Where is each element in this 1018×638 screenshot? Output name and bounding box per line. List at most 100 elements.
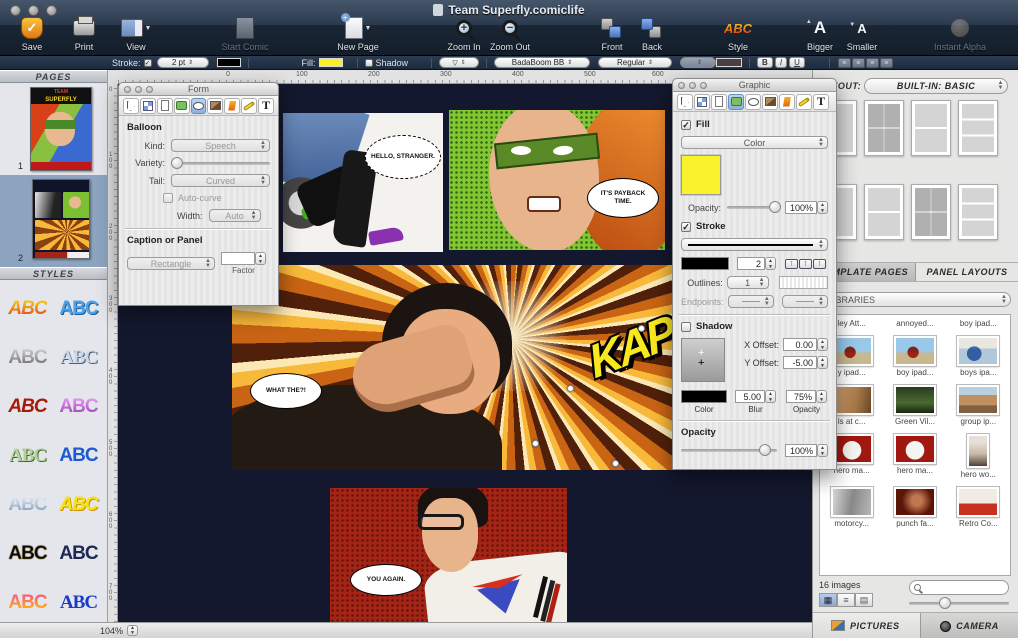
shape-icon[interactable] <box>728 93 744 110</box>
y-offset-field[interactable]: -5.00 <box>783 356 817 369</box>
style-swatch[interactable]: ABC <box>2 333 53 382</box>
page-row-2-selected[interactable]: 2 <box>0 175 107 267</box>
shadow-color-well[interactable] <box>681 390 727 403</box>
page-row-1[interactable]: TEAM SUPERFLY 1 <box>0 83 107 175</box>
font-style-dropdown[interactable]: Regular ⇕ <box>598 57 673 68</box>
style-swatch[interactable]: ABC <box>53 333 104 382</box>
image-item[interactable]: hero wo... <box>949 426 1007 479</box>
layout-grid-icon[interactable] <box>694 93 710 110</box>
shadow-blur-stepper[interactable]: ▲ ▼ <box>765 390 776 403</box>
start-comic-button[interactable]: Start Comic <box>214 16 276 52</box>
x-offset-stepper[interactable]: ▲ ▼ <box>817 338 828 351</box>
layout-thumb[interactable] <box>958 100 998 156</box>
layout-thumb[interactable] <box>958 183 998 240</box>
zoom-out-button[interactable]: − Zoom Out <box>486 16 534 52</box>
pencil-icon[interactable] <box>241 97 258 114</box>
detail-view-button[interactable]: ▤ <box>855 593 873 607</box>
y-offset-stepper[interactable]: ▲ ▼ <box>817 356 828 369</box>
layout-thumb[interactable] <box>864 100 904 156</box>
stroke-width-stepper[interactable]: ▲ ▼ <box>765 257 776 270</box>
selection-handle[interactable] <box>567 385 574 392</box>
speech-balloon[interactable]: HELLO, STRANGER. <box>365 135 441 179</box>
shadow-opacity-field[interactable]: 75% <box>786 390 816 403</box>
list-view-button[interactable]: ≡ <box>837 593 855 607</box>
stroke-color-swatch[interactable] <box>215 57 242 68</box>
graphic-panel-titlebar[interactable]: Graphic <box>673 79 836 92</box>
text-icon[interactable]: T <box>813 93 829 110</box>
image-item[interactable]: punch fa... <box>886 479 944 528</box>
page-1-thumbnail[interactable]: TEAM SUPERFLY <box>30 87 92 171</box>
comic-panel-kapow[interactable]: WHAT THE?! KAPOW! <box>232 265 682 470</box>
style-swatch[interactable]: ABC <box>2 480 53 529</box>
comic-panel-nerd[interactable]: YOU AGAIN. <box>330 488 567 622</box>
fill-color-swatch[interactable] <box>317 57 344 68</box>
shadow-opacity-stepper[interactable]: ▲ ▼ <box>816 390 827 403</box>
page-icon[interactable] <box>156 97 173 114</box>
libraries-dropdown[interactable]: LIBRARIES ▲ ▼ <box>819 292 1011 307</box>
page-2-thumbnail[interactable] <box>32 179 90 259</box>
stroke-width-field[interactable]: 2 <box>737 257 765 270</box>
speech-balloon[interactable]: YOU AGAIN. <box>350 564 422 596</box>
image-browser[interactable]: ley Att... annoyed... boy ipad... y ipad… <box>819 314 1011 576</box>
layout-thumb[interactable] <box>911 100 951 156</box>
style-swatch[interactable]: ABC <box>2 382 53 431</box>
balloon-tail-dropdown[interactable]: ▽ ⇕ <box>439 57 480 68</box>
style-swatch[interactable]: ABC <box>53 480 104 529</box>
shadow-blur-field[interactable]: 5.00 <box>735 390 765 403</box>
graphic-opacity-stepper[interactable]: ▲ ▼ <box>817 444 828 457</box>
new-page-button[interactable]: + ▼ New Page <box>332 13 384 52</box>
endpoint-start-dropdown[interactable]: ▲ ▼ <box>727 295 774 308</box>
fill-color-well[interactable] <box>680 154 722 196</box>
style-swatch[interactable]: ABC <box>2 284 53 333</box>
font-size-dropdown[interactable]: ⇕ <box>680 57 717 68</box>
smaller-button[interactable]: ▼ A Smaller <box>840 16 884 53</box>
graphic-opacity-slider[interactable] <box>681 444 777 456</box>
width-dropdown[interactable]: Auto ▲ ▼ <box>208 209 261 222</box>
kind-dropdown[interactable]: Speech ▲ ▼ <box>171 139 270 152</box>
pencil-icon[interactable] <box>796 93 812 110</box>
layout-thumb[interactable] <box>911 183 951 240</box>
zoom-in-button[interactable]: + Zoom In <box>442 16 486 52</box>
print-button[interactable]: Print <box>58 16 110 52</box>
image-item[interactable]: group ip... <box>949 377 1007 426</box>
style-swatch[interactable]: ABC <box>2 529 53 578</box>
shadow-checkbox[interactable] <box>681 321 691 332</box>
underline-button[interactable]: U <box>789 57 805 68</box>
graphic-opacity-field[interactable]: 100% <box>785 444 817 457</box>
back-button[interactable]: Back <box>632 16 672 52</box>
image-item[interactable]: hero ma... <box>886 426 944 479</box>
camera-tab[interactable]: CAMERA <box>920 613 1018 638</box>
layout-thumb[interactable] <box>864 183 904 240</box>
tab-panel-layouts[interactable]: PANEL LAYOUTS <box>916 263 1018 281</box>
stroke-color-well[interactable] <box>681 257 729 270</box>
cursor-icon[interactable] <box>123 97 139 114</box>
comic-panel-motorcycle[interactable]: HELLO, STRANGER. <box>283 113 443 252</box>
endpoint-end-dropdown[interactable]: ▲ ▼ <box>781 295 828 308</box>
style-swatch[interactable]: ABC <box>53 529 104 578</box>
comic-panel-masked-woman[interactable]: IT'S PAYBACK TIME. <box>449 110 665 250</box>
stroke-position-button[interactable]: ⊺ <box>813 258 826 269</box>
style-swatch[interactable]: ABC <box>53 284 104 333</box>
balloon-icon[interactable] <box>190 97 207 114</box>
factor-stepper[interactable]: ▲ ▼ <box>255 252 266 265</box>
stroke-position-button[interactable]: ⊺ <box>785 258 798 269</box>
image-icon[interactable] <box>762 93 778 110</box>
page-icon[interactable] <box>711 93 727 110</box>
layout-dropdown[interactable]: BUILT-IN: BASIC ▲ ▼ <box>864 78 1008 94</box>
style-swatch[interactable]: ABC <box>2 431 53 480</box>
caption-shape-dropdown[interactable]: Rectangle ▲ ▼ <box>127 257 215 270</box>
style-button[interactable]: ABC Style <box>716 16 760 53</box>
kapow-lettering[interactable]: KAPOW! <box>583 265 682 389</box>
lettering-icon[interactable] <box>779 93 795 110</box>
window-buttons[interactable] <box>678 82 707 89</box>
view-button[interactable]: ▼ View <box>110 16 162 52</box>
zoom-level-stepper[interactable]: ▲ ▼ <box>127 625 139 636</box>
image-item[interactable]: motorcy... <box>823 479 881 528</box>
stroke-style-dropdown[interactable]: ▲ ▼ <box>681 238 828 251</box>
layout-grid-icon[interactable] <box>139 97 156 114</box>
front-button[interactable]: Front <box>592 16 632 52</box>
fill-opacity-field[interactable]: 100% <box>785 201 817 214</box>
fill-opacity-stepper[interactable]: ▲ ▼ <box>817 201 828 214</box>
fill-checkbox[interactable]: ✓ <box>681 119 691 130</box>
balloon-icon[interactable] <box>745 93 761 110</box>
